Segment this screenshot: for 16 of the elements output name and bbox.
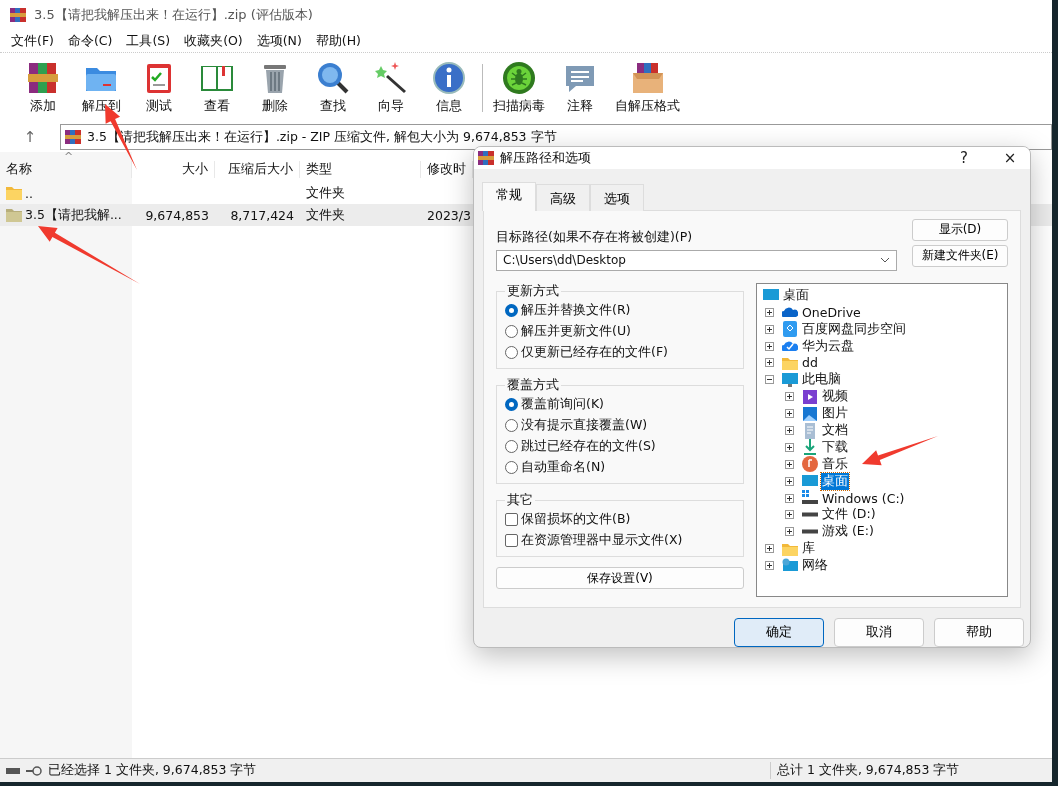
table-cell: 文件夹 (306, 184, 345, 202)
group-title: 覆盖方式 (506, 376, 560, 394)
table-cell: 2023/3 (427, 207, 471, 223)
group-title: 更新方式 (506, 282, 560, 300)
dialog-title: 解压路径和选项 (500, 148, 592, 167)
table-cell: 8,717,424 (230, 207, 294, 223)
window-title: 3.5【请把我解压出来！在运行】.zip (评估版本) (34, 6, 313, 24)
group-title: 其它 (506, 491, 534, 509)
table-cell: 3.5【请把我解... (25, 206, 122, 224)
table-cell: 文件夹 (306, 206, 345, 224)
table-cell: 9,674,853 (145, 207, 209, 223)
field-label: 目标路径(如果不存在将被创建)(P) (496, 228, 694, 246)
sort-indicator: ^ (64, 150, 74, 163)
table-cell: .. (25, 185, 33, 201)
status-text: 总计 1 文件夹, 9,674,853 字节 (777, 762, 960, 777)
status-text: 已经选择 1 文件夹, 9,674,853 字节 (48, 762, 257, 779)
